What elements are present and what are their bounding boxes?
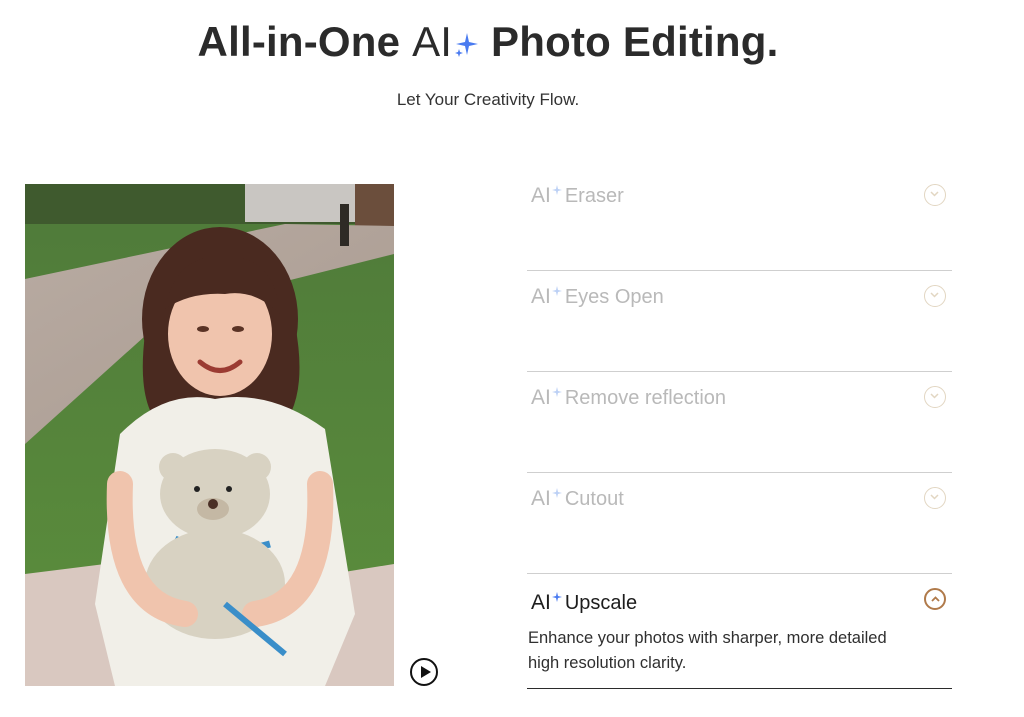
sparkle-icon	[551, 384, 562, 402]
feature-item-upscale[interactable]: AI Upscale Enhance your photos with shar…	[527, 574, 952, 689]
expand-button[interactable]	[924, 184, 946, 206]
expand-button[interactable]	[924, 487, 946, 509]
expand-button[interactable]	[924, 285, 946, 307]
title-prefix: All-in-One	[197, 18, 413, 65]
sample-photo	[25, 184, 394, 686]
chevron-down-icon	[930, 393, 939, 399]
sparkle-icon	[453, 20, 479, 68]
feature-label: Eyes Open	[564, 285, 664, 308]
expand-button[interactable]	[924, 386, 946, 408]
feature-label: Eraser	[564, 184, 624, 207]
feature-item-eyes-open[interactable]: AI Eyes Open	[527, 271, 952, 372]
feature-item-remove-reflection[interactable]: AI Remove reflection	[527, 372, 952, 473]
sparkle-icon	[551, 283, 562, 301]
page-title: All-in-One AI Photo Editing.	[0, 18, 976, 68]
feature-ai-tag: AI	[531, 285, 551, 308]
feature-item-eraser[interactable]: AI Eraser	[527, 170, 952, 271]
feature-ai-tag: AI	[531, 487, 551, 510]
feature-label: Cutout	[564, 487, 624, 510]
chevron-down-icon	[930, 191, 939, 197]
feature-list: AI Eraser AI Eyes Open AI Remove reflect…	[527, 170, 952, 689]
feature-ai-tag: AI	[531, 591, 551, 614]
sparkle-icon	[551, 182, 562, 200]
chevron-up-icon	[931, 596, 940, 602]
play-circle-icon	[421, 666, 431, 678]
feature-description: Enhance your photos with sharper, more d…	[528, 629, 887, 672]
feature-ai-tag: AI	[531, 184, 551, 207]
subtitle: Let Your Creativity Flow.	[396, 90, 580, 109]
collapse-button[interactable]	[924, 588, 946, 610]
title-suffix: Photo Editing.	[479, 18, 779, 65]
chevron-down-icon	[930, 292, 939, 298]
feature-label: Upscale	[564, 591, 638, 614]
play-video-button[interactable]	[410, 658, 438, 686]
sparkle-icon	[551, 589, 562, 607]
chevron-down-icon	[930, 494, 939, 500]
title-ai: AI	[412, 18, 453, 65]
feature-item-cutout[interactable]: AI Cutout	[527, 473, 952, 574]
sparkle-icon	[551, 485, 562, 503]
feature-label: Remove reflection	[564, 386, 727, 409]
feature-ai-tag: AI	[531, 386, 551, 409]
